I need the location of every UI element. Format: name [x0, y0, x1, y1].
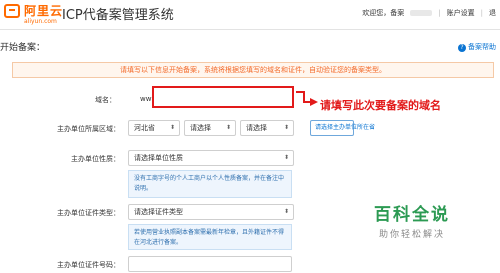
arrow-icon — [296, 91, 318, 106]
watermark-subtitle: 助你轻松解决 — [378, 230, 445, 240]
cert-type-label: 主办单位证件类型： — [57, 209, 120, 217]
nature-info: 没有工商字号的个人工商户以个人性质备案，并在备注中说明。 — [128, 170, 292, 198]
logo-text[interactable]: 阿里云 — [24, 2, 63, 19]
chevron-down-icon: ⬍ — [283, 154, 289, 161]
nature-select[interactable]: 请选择单位性质 ⬍ — [128, 150, 294, 166]
chevron-down-icon: ⬍ — [283, 208, 289, 215]
cert-type-select[interactable]: 请选择证件类型 ⬍ — [128, 204, 294, 220]
chevron-down-icon: ⬍ — [169, 124, 175, 131]
domain-label: 域名： — [95, 96, 116, 104]
account-settings-link[interactable]: 账户设置 — [447, 8, 475, 18]
nav-separator: | — [438, 9, 441, 17]
chevron-down-icon: ⬍ — [225, 124, 231, 131]
chevron-down-icon: ⬍ — [283, 124, 289, 131]
welcome-text: 欢迎您，备案 — [362, 9, 405, 17]
domain-input[interactable] — [152, 86, 294, 108]
select-province-button[interactable]: 请选择主办单位所在省 — [310, 120, 375, 136]
notice-banner: 请填写以下信息开始备案，系统将根据您填写的域名和证件，自动验证您的备案类型。 — [12, 62, 494, 78]
section-title: 开始备案： — [0, 43, 46, 53]
cert-type-value: 请选择证件类型 — [134, 208, 183, 216]
province-select[interactable]: 河北省 ⬍ — [128, 120, 180, 136]
system-title: ICP代备案管理系统 — [62, 8, 174, 23]
city-select[interactable]: 请选择 ⬍ — [184, 120, 236, 136]
city-value: 请选择 — [190, 124, 211, 132]
nature-label: 主办单位性质： — [71, 155, 120, 163]
logo-subtext: aliyun.com — [24, 18, 57, 25]
cert-info: 若使用营业执照副本备案需最新年检章，且外籍证件不得在河北进行备案。 — [128, 224, 292, 250]
domain-annotation: 请填写此次要备案的域名 — [320, 99, 441, 112]
logout-link[interactable]: 退 — [489, 8, 496, 18]
watermark: 百科全说 助你轻松解决 — [362, 200, 462, 240]
cert-number-input[interactable] — [128, 256, 292, 272]
cert-number-label: 主办单位证件号码： — [57, 261, 120, 269]
district-select[interactable]: 请选择 ⬍ — [240, 120, 294, 136]
nature-value: 请选择单位性质 — [134, 154, 183, 162]
redacted-username — [410, 10, 433, 16]
help-link[interactable]: ? 备案帮助 — [458, 42, 496, 52]
district-value: 请选择 — [246, 124, 267, 132]
province-value: 河北省 — [134, 124, 155, 132]
top-bar: 阿里云 aliyun.com ICP代备案管理系统 欢迎您，备案 | 账户设置 … — [0, 0, 500, 30]
help-icon: ? — [458, 44, 466, 52]
nav-separator: | — [480, 9, 483, 17]
top-nav: 欢迎您，备案 | 账户设置 | 退 — [362, 8, 496, 18]
aliyun-logo-icon[interactable] — [4, 4, 20, 18]
region-label: 主办单位所属区域： — [57, 125, 120, 133]
watermark-title: 百科全说 — [374, 205, 450, 225]
help-label: 备案帮助 — [468, 43, 496, 51]
